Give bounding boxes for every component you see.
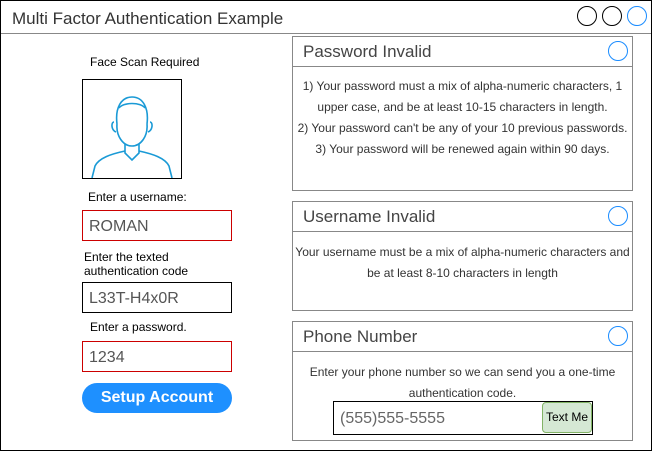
panel-title: Password Invalid [303,42,432,61]
face-scan-label: Face Scan Required [90,55,200,69]
window-title: Multi Factor Authentication Example [12,9,284,28]
text-me-button[interactable]: Text Me [542,402,592,433]
user-avatar-icon [91,96,173,179]
app-window: Multi Factor Authentication Example Face… [0,0,652,451]
code-value: L33T-H4x0R [89,290,179,307]
phone-instruction-line: Enter your phone number so we can send y… [309,365,616,379]
window-close-button[interactable] [627,6,647,26]
password-input[interactable]: 1234 [82,341,232,372]
panel-header: Username Invalid [293,202,632,232]
setup-account-button[interactable]: Setup Account [82,383,232,413]
panel-title: Username Invalid [303,207,436,226]
window-maximize-button[interactable] [602,6,622,26]
code-label-line2: authentication code [84,264,189,278]
code-label-line1: Enter the texted [84,250,169,264]
panel-header: Password Invalid [293,37,632,67]
phone-placeholder: (555)555-5555 [340,410,445,427]
panel-circle-button[interactable] [608,206,628,226]
phone-number-panel: Phone Number Enter your phone number so … [292,321,633,441]
password-rule-line: 3) Your password will be renewed again w… [315,142,610,156]
password-rules: 1) Your password must a mix of alpha-num… [293,76,632,160]
panel-title: Phone Number [303,327,418,346]
phone-instructions: Enter your phone number so we can send y… [293,362,632,404]
username-invalid-panel: Username Invalid Your username must be a… [292,201,633,311]
username-rules: Your username must be a mix of alpha-num… [293,242,632,284]
code-input[interactable]: L33T-H4x0R [82,282,232,313]
password-rule-line: upper case, and be at least 10-15 charac… [317,100,608,114]
password-label: Enter a password. [90,320,187,334]
panel-header: Phone Number [293,322,632,352]
password-rule-line: 2) Your password can't be any of your 10… [297,121,628,135]
username-rule-line: Your username must be a mix of alpha-num… [295,245,630,259]
password-invalid-panel: Password Invalid 1) Your password must a… [292,36,633,191]
face-scan-photo[interactable] [82,79,182,179]
password-rule-line: 1) Your password must a mix of alpha-num… [302,79,623,93]
title-bar: Multi Factor Authentication Example [1,1,651,34]
window-minimize-button[interactable] [577,6,597,26]
password-value: 1234 [89,349,125,366]
username-rule-line: be at least 8-10 characters in length [367,266,558,280]
username-input[interactable]: ROMAN [82,210,232,241]
panel-circle-button[interactable] [608,41,628,61]
username-value: ROMAN [89,218,149,235]
username-label: Enter a username: [88,190,187,204]
panel-circle-button[interactable] [608,326,628,346]
